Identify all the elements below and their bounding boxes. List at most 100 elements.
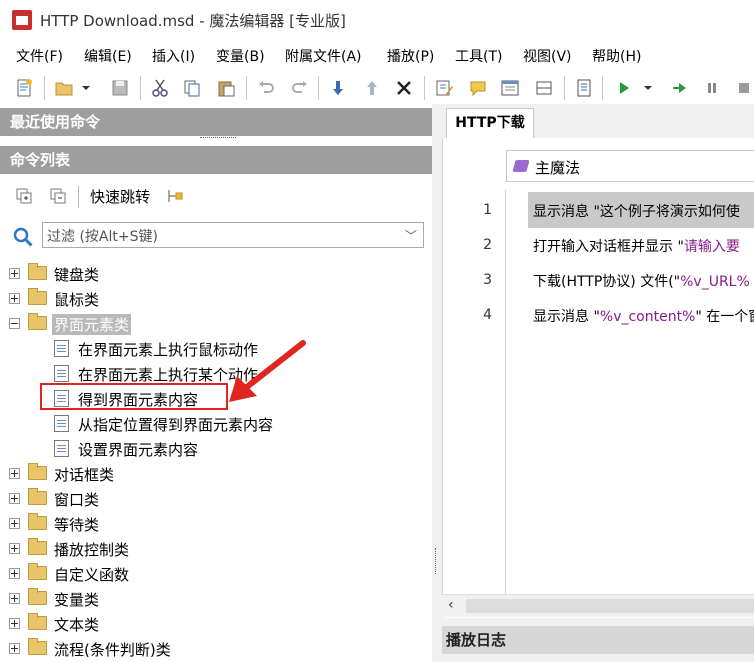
tab-http-download[interactable]: HTTP下载 bbox=[446, 108, 534, 138]
play-icon[interactable] bbox=[614, 78, 634, 98]
quick-jump-button[interactable]: 快速跳转 bbox=[90, 186, 150, 207]
menu-play[interactable]: 播放(P) bbox=[387, 46, 434, 66]
recent-commands-header[interactable]: 最近使用命令 bbox=[0, 108, 432, 136]
folder-icon bbox=[28, 638, 47, 655]
playback-log-header[interactable]: 播放日志 bbox=[442, 626, 754, 654]
code-text: 显示消息 " bbox=[533, 309, 600, 325]
pause-icon[interactable] bbox=[702, 78, 722, 98]
folder-icon bbox=[28, 513, 47, 530]
tree-item-mouse[interactable]: 鼠标类 bbox=[0, 287, 432, 311]
step-over-icon[interactable] bbox=[670, 78, 690, 98]
panel-splitter[interactable] bbox=[200, 137, 236, 142]
tree-item-text[interactable]: 文本类 bbox=[0, 612, 432, 636]
expand-plus-icon[interactable] bbox=[9, 493, 20, 504]
command-list-header[interactable]: 命令列表 bbox=[0, 146, 432, 174]
paste-icon[interactable] bbox=[216, 78, 236, 98]
expand-plus-icon[interactable] bbox=[9, 468, 20, 479]
expand-all-icon[interactable] bbox=[16, 188, 32, 204]
tree-item-dialog[interactable]: 对话框类 bbox=[0, 462, 432, 486]
menu-attachment[interactable]: 附属文件(A) bbox=[285, 46, 362, 66]
tree-item-label: 变量类 bbox=[54, 591, 100, 609]
tree-item-custom-function[interactable]: 自定义函数 bbox=[0, 562, 432, 586]
command-icon bbox=[54, 365, 69, 382]
tree-item-variable[interactable]: 变量类 bbox=[0, 587, 432, 611]
comment-icon[interactable] bbox=[468, 78, 488, 98]
tree-item-playback-control[interactable]: 播放控制类 bbox=[0, 537, 432, 561]
new-icon[interactable] bbox=[14, 78, 34, 98]
highlight-annotation-box bbox=[40, 383, 228, 410]
open-icon[interactable] bbox=[54, 78, 74, 98]
move-up-icon[interactable] bbox=[362, 78, 382, 98]
panel-icon[interactable] bbox=[534, 78, 554, 98]
step-icon[interactable] bbox=[574, 78, 594, 98]
expand-plus-icon[interactable] bbox=[9, 618, 20, 629]
tree-item-label: 界面元素类 bbox=[52, 314, 132, 335]
scrollbar-track[interactable] bbox=[466, 599, 754, 613]
command-icon bbox=[54, 415, 69, 432]
copy-icon[interactable] bbox=[182, 78, 202, 98]
scroll-left-icon[interactable]: ‹ bbox=[448, 597, 454, 613]
toolbar-separator bbox=[424, 76, 425, 100]
tree-item-flow-condition[interactable]: 流程(条件判断)类 bbox=[0, 637, 432, 661]
tree-item-label: 等待类 bbox=[54, 516, 100, 534]
expand-plus-icon[interactable] bbox=[9, 593, 20, 604]
collapse-minus-icon[interactable] bbox=[9, 318, 20, 329]
expand-plus-icon[interactable] bbox=[9, 268, 20, 279]
toolbar-separator bbox=[318, 76, 319, 100]
search-icon bbox=[13, 227, 33, 247]
command-item[interactable]: 设置界面元素内容 bbox=[0, 437, 432, 461]
window-icon[interactable] bbox=[500, 78, 520, 98]
menu-view[interactable]: 视图(V) bbox=[523, 46, 572, 66]
expand-plus-icon[interactable] bbox=[9, 293, 20, 304]
tree-item-wait[interactable]: 等待类 bbox=[0, 512, 432, 536]
command-item[interactable]: 从指定位置得到界面元素内容 bbox=[0, 412, 432, 436]
folder-icon bbox=[28, 488, 47, 505]
toolbar-separator bbox=[44, 76, 45, 100]
horizontal-scrollbar[interactable]: ‹ bbox=[442, 594, 754, 617]
code-line[interactable]: 显示消息 "这个例子将演示如何使 bbox=[533, 201, 740, 221]
expand-plus-icon[interactable] bbox=[9, 543, 20, 554]
line-number: 2 bbox=[483, 237, 492, 253]
menu-edit[interactable]: 编辑(E) bbox=[84, 46, 132, 66]
tree-item-window[interactable]: 窗口类 bbox=[0, 487, 432, 511]
line-number: 4 bbox=[483, 307, 492, 323]
code-text: " 在一个窗 bbox=[695, 309, 754, 325]
expand-plus-icon[interactable] bbox=[9, 518, 20, 529]
save-icon[interactable] bbox=[110, 78, 130, 98]
toolbar-separator bbox=[78, 186, 79, 208]
command-item[interactable]: 在界面元素上执行鼠标动作 bbox=[0, 337, 432, 361]
dropdown-arrow-icon[interactable] bbox=[80, 78, 92, 98]
menu-insert[interactable]: 插入(I) bbox=[152, 46, 195, 66]
code-text: 显示消息 "这个例子将演示如何使 bbox=[533, 204, 740, 220]
jump-icon[interactable] bbox=[166, 188, 184, 204]
folder-icon bbox=[28, 313, 47, 330]
redo-icon[interactable] bbox=[290, 78, 310, 98]
filter-input[interactable]: 过滤 (按Alt+S键) ﹀ bbox=[42, 222, 424, 248]
collapse-all-icon[interactable] bbox=[50, 188, 66, 204]
menu-variable[interactable]: 变量(B) bbox=[216, 46, 265, 66]
edit-icon[interactable] bbox=[434, 78, 454, 98]
menu-tools[interactable]: 工具(T) bbox=[455, 46, 502, 66]
vertical-splitter[interactable] bbox=[432, 104, 442, 662]
move-down-icon[interactable] bbox=[328, 78, 348, 98]
expand-plus-icon[interactable] bbox=[9, 643, 20, 654]
code-line[interactable]: 打开输入对话框并显示 "请输入要 bbox=[533, 236, 740, 256]
folder-icon bbox=[28, 288, 47, 305]
folder-icon bbox=[28, 563, 47, 580]
code-line[interactable]: 下载(HTTP协议) 文件("%v_URL% bbox=[533, 271, 750, 291]
tree-item-ui-element[interactable]: 界面元素类 bbox=[0, 312, 432, 336]
code-line[interactable]: 显示消息 "%v_content%" 在一个窗 bbox=[533, 306, 754, 326]
procedure-selector[interactable]: 主魔法 bbox=[506, 150, 754, 182]
chevron-down-icon[interactable]: ﹀ bbox=[405, 227, 417, 244]
play-dropdown-icon[interactable] bbox=[642, 78, 654, 98]
menu-help[interactable]: 帮助(H) bbox=[592, 46, 641, 66]
menu-file[interactable]: 文件(F) bbox=[16, 46, 63, 66]
cut-icon[interactable] bbox=[150, 78, 170, 98]
undo-icon[interactable] bbox=[256, 78, 276, 98]
expand-plus-icon[interactable] bbox=[9, 568, 20, 579]
delete-icon[interactable] bbox=[394, 78, 414, 98]
splitter-grip[interactable] bbox=[435, 548, 439, 574]
stop-icon[interactable] bbox=[734, 78, 754, 98]
tree-item-keyboard[interactable]: 键盘类 bbox=[0, 262, 432, 286]
procedure-name: 主魔法 bbox=[535, 159, 581, 177]
